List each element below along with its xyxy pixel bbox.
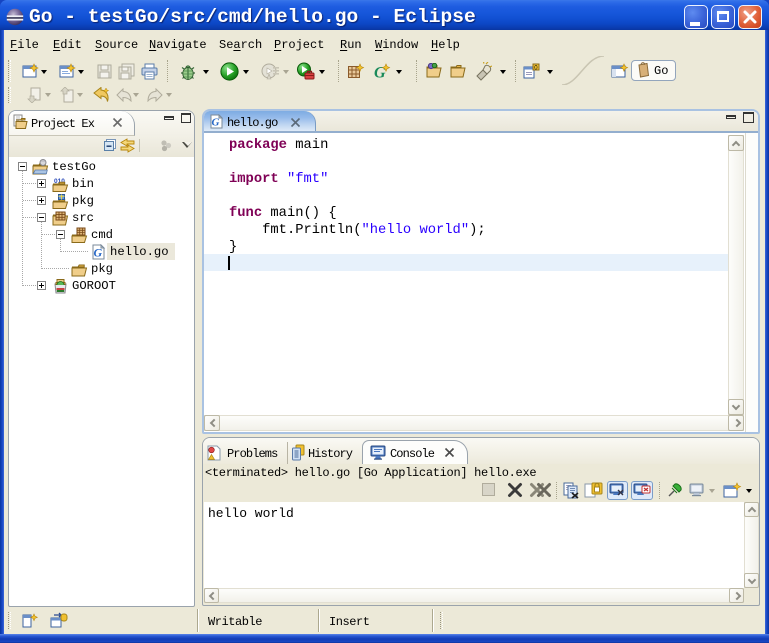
svg-text:G: G [94,246,103,260]
svg-text:G: G [212,117,220,129]
